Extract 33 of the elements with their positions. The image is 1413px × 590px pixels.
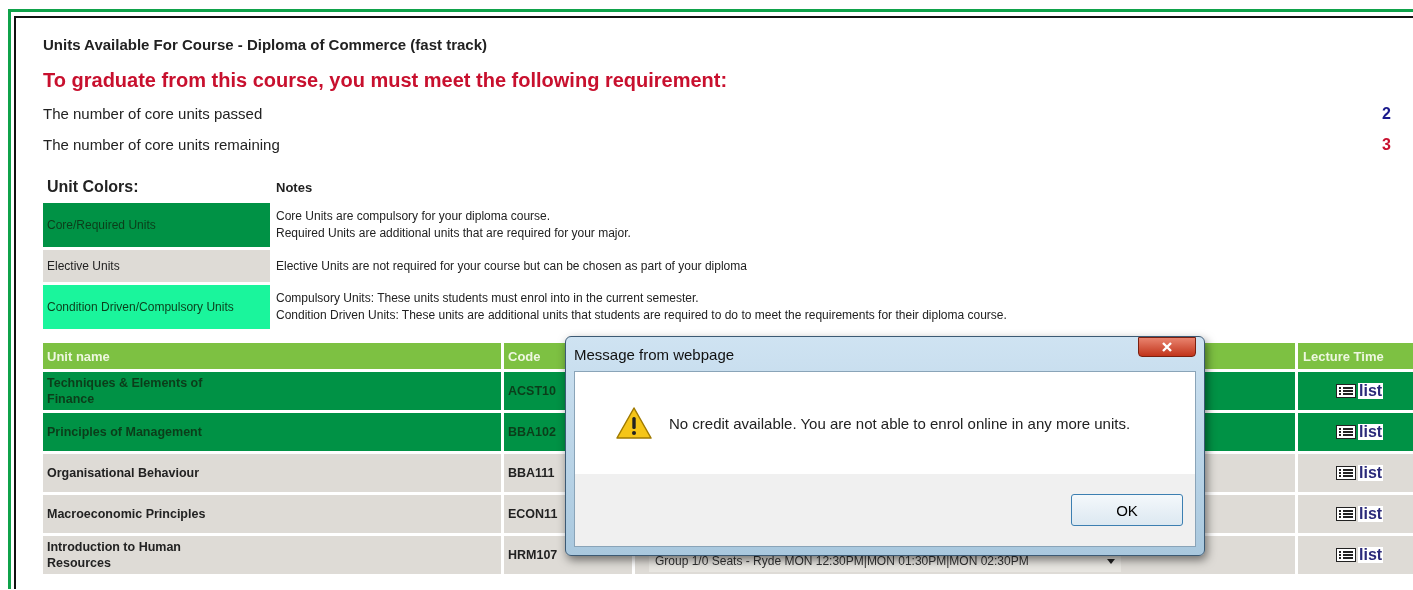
legend-note: Compulsory Units: These units students must enrol into in the current semester.: [276, 291, 700, 306]
legend-note: Condition Driven Units: These units are additional units that students are required to do to meet the requirements for their diploma course.: [276, 308, 1008, 323]
legend-note: Required Units are additional units that are required for your major.: [276, 226, 632, 241]
table-cell: Techniques & Elements of Finance: [43, 372, 501, 410]
close-button[interactable]: [1138, 337, 1196, 357]
column-header: Lecture Time: [1298, 343, 1413, 369]
list-icon: [1336, 466, 1356, 480]
legend-swatch: Elective Units: [43, 250, 270, 282]
legend-heading: Unit Colors:: [46, 177, 140, 197]
list-icon: [1336, 507, 1356, 521]
close-icon: [1161, 342, 1173, 352]
table-cell: Principles of Management: [43, 413, 501, 451]
notes-heading: Notes: [276, 178, 314, 197]
legend-swatch: Condition Driven/Compulsory Units: [43, 285, 270, 329]
dialog-message: No credit available. You are not able to enrol online in any more units.: [669, 414, 1131, 432]
list-icon: [1336, 384, 1356, 398]
list-icon: [1336, 548, 1356, 562]
ok-button[interactable]: OK: [1071, 494, 1183, 526]
table-cell: Macroeconomic Principles: [43, 495, 501, 533]
table-cell: Organisational Behaviour: [43, 454, 501, 492]
count-label: The number of core units passed: [43, 105, 263, 123]
count-value: 3: [1382, 136, 1391, 154]
requirement-heading: To graduate from this course, you must meet the following requirement:: [43, 69, 729, 92]
page-title: Units Available For Course - Diploma of Commerce (fast track): [43, 36, 488, 53]
legend-swatch: Core/Required Units: [43, 203, 270, 247]
list-icon: [1336, 425, 1356, 439]
legend-note: Core Units are compulsory for your diploma course.: [276, 209, 552, 224]
table-cell: Introduction to Human Resources: [43, 536, 501, 574]
count-label: The number of core units remaining: [43, 136, 280, 154]
legend-note: Elective Units are not required for your course but can be chosen as part of your diploma: [276, 258, 748, 274]
count-value: 2: [1382, 105, 1391, 123]
column-header: Unit name: [43, 343, 501, 369]
warning-icon: [615, 406, 653, 440]
